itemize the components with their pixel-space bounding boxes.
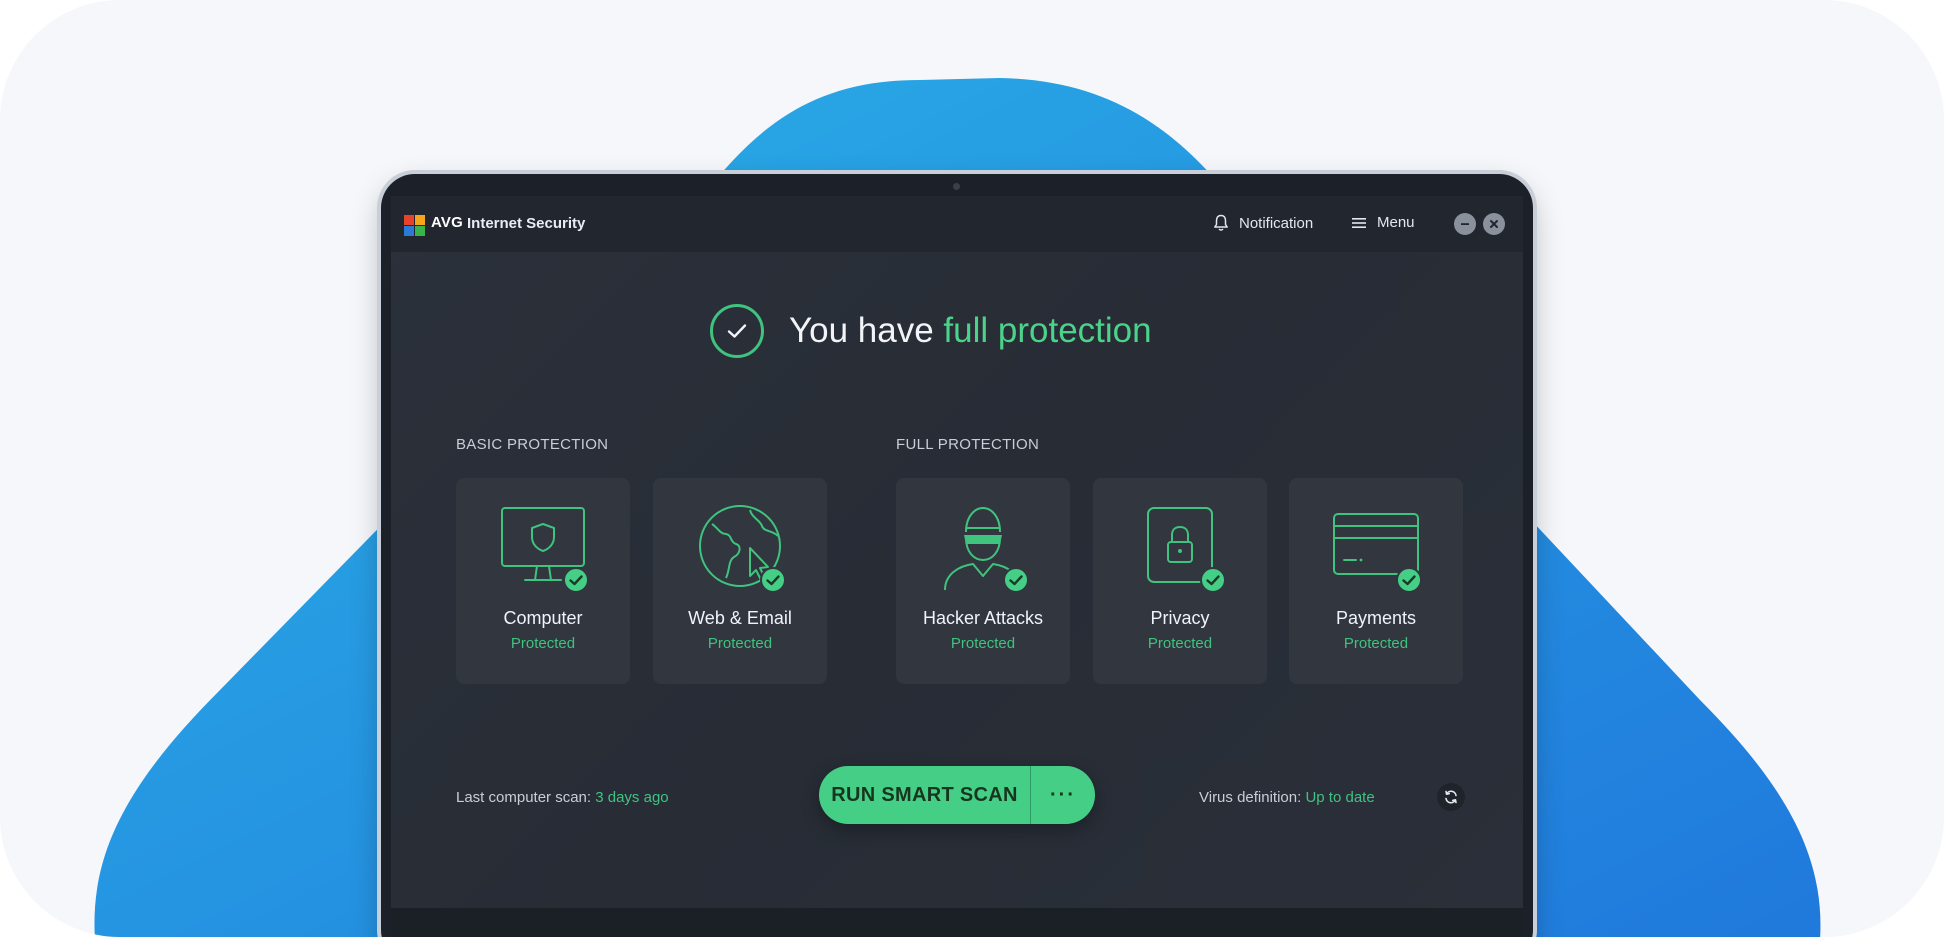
protected-check-icon <box>1396 567 1422 593</box>
camera-dot <box>953 183 960 190</box>
headline-accent: full protection <box>943 311 1152 350</box>
app-window: AVG Internet Security Notification Menu … <box>391 196 1523 908</box>
hamburger-icon <box>1352 217 1366 228</box>
status-check-icon <box>710 304 764 358</box>
product-name: Internet Security <box>467 215 586 232</box>
card-payments[interactable]: Payments Protected <box>1289 478 1463 684</box>
minimize-icon <box>1461 223 1469 225</box>
last-scan-info: Last computer scan: 3 days ago <box>456 789 669 806</box>
close-icon <box>1490 220 1498 228</box>
smart-scan-control: RUN SMART SCAN ··· <box>819 766 1095 824</box>
notification-button[interactable]: Notification <box>1213 214 1313 232</box>
full-protection-label: FULL PROTECTION <box>896 436 1040 453</box>
laptop-frame: AVG Internet Security Notification Menu … <box>381 174 1533 937</box>
refresh-icon <box>1445 790 1457 804</box>
notification-label: Notification <box>1239 214 1314 232</box>
card-status: Protected <box>1147 635 1213 652</box>
minimize-button[interactable] <box>1454 213 1476 235</box>
card-status: Protected <box>950 635 1016 652</box>
virus-def-value: Up to date <box>1305 789 1375 806</box>
headline-prefix: You have <box>789 311 944 350</box>
virus-def-label: Virus definition: <box>1199 789 1306 806</box>
last-scan-label: Last computer scan: <box>456 789 596 806</box>
card-title: Web & Email <box>688 608 792 628</box>
title-bar: AVG Internet Security Notification Menu <box>391 196 1523 252</box>
avg-logo-icon <box>404 215 425 236</box>
card-computer[interactable]: Computer Protected <box>456 478 630 684</box>
page-background: AVG Internet Security Notification Menu … <box>0 0 1944 937</box>
status-headline: You have full protection <box>789 311 1152 351</box>
card-status: Protected <box>707 635 773 652</box>
bell-icon <box>1214 214 1228 231</box>
card-status: Protected <box>510 635 576 652</box>
menu-button[interactable]: Menu <box>1351 214 1415 231</box>
card-title: Hacker Attacks <box>922 608 1044 628</box>
card-title: Privacy <box>1150 608 1210 628</box>
card-title: Payments <box>1335 608 1417 628</box>
card-web-email[interactable]: Web & Email Protected <box>653 478 827 684</box>
virus-definition-info: Virus definition: Up to date <box>1199 789 1375 806</box>
card-title: Computer <box>503 608 583 628</box>
card-privacy[interactable]: Privacy Protected <box>1093 478 1267 684</box>
laptop-bezel-bottom <box>391 908 1523 937</box>
card-hacker-attacks[interactable]: Hacker Attacks Protected <box>896 478 1070 684</box>
last-scan-value[interactable]: 3 days ago <box>595 789 668 806</box>
protected-check-icon <box>563 567 589 593</box>
refresh-definitions-button[interactable] <box>1437 783 1465 811</box>
basic-protection-label: BASIC PROTECTION <box>456 436 609 453</box>
protected-check-icon <box>1200 567 1226 593</box>
menu-label: Menu <box>1377 214 1415 231</box>
protection-status: You have full protection <box>710 304 1152 358</box>
run-smart-scan-button[interactable]: RUN SMART SCAN <box>819 766 1030 824</box>
brand-name: AVG <box>431 214 463 231</box>
protected-check-icon <box>1003 567 1029 593</box>
close-button[interactable] <box>1483 213 1505 235</box>
scan-options-button[interactable]: ··· <box>1031 766 1095 824</box>
card-status: Protected <box>1343 635 1409 652</box>
protected-check-icon <box>760 567 786 593</box>
